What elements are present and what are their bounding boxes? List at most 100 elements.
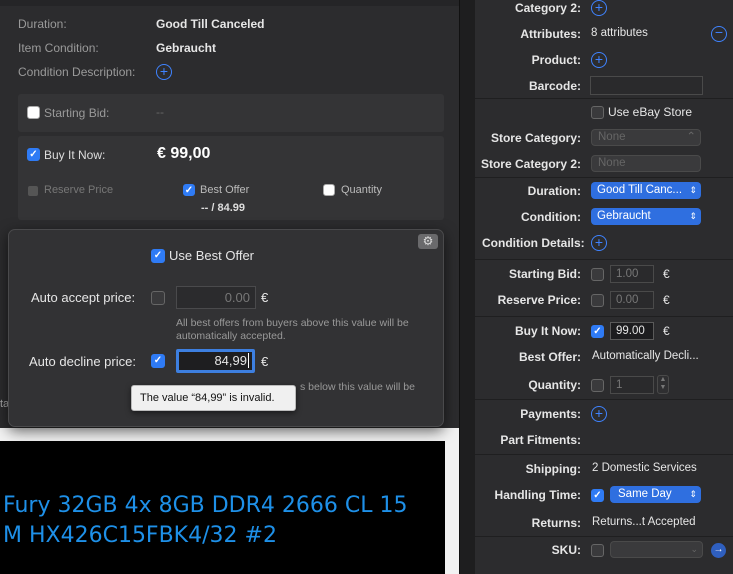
returns-value[interactable]: Returns...t Accepted	[592, 516, 696, 528]
add-payments-icon[interactable]: +	[591, 406, 607, 422]
store-category2-label: Store Category 2:	[480, 157, 581, 171]
gear-icon[interactable]: ⚙	[418, 234, 438, 249]
buy-it-now-input[interactable]: 99.00	[610, 322, 654, 340]
product-label: Product:	[531, 53, 581, 67]
chevron-updown-icon: ⇕	[689, 185, 697, 195]
quantity-label: Quantity	[341, 184, 382, 196]
item-condition-label: Item Condition:	[18, 41, 99, 55]
condition-popup-value: Gebraucht	[597, 210, 651, 222]
handling-time-label: Handling Time:	[494, 488, 581, 502]
category2-label: Category 2:	[514, 1, 581, 15]
best-offer-checkbox[interactable]: ✓	[183, 184, 195, 196]
separator	[475, 177, 733, 178]
starting-bid-input[interactable]: 1.00	[610, 265, 654, 283]
shipping-value[interactable]: 2 Domestic Services	[592, 462, 697, 474]
starting-bid-currency: €	[663, 267, 670, 281]
best-offer-value-right[interactable]: Automatically Decli...	[592, 350, 699, 362]
starting-bid-label: Starting Bid:	[44, 106, 110, 120]
add-product-icon[interactable]: +	[591, 52, 607, 68]
store-category2-popup[interactable]: None	[591, 155, 701, 172]
reserve-price-label-right: Reserve Price:	[497, 293, 581, 307]
sku-checkbox[interactable]	[591, 544, 604, 557]
duration-popup[interactable]: Good Till Canc... ⇕	[591, 182, 701, 199]
starting-bid-panel: Starting Bid: --	[18, 94, 444, 132]
buy-it-now-panel: ✓ Buy It Now: € 99,00 Reserve Price ✓ Be…	[18, 136, 444, 220]
add-condition-description-icon[interactable]: +	[156, 64, 172, 80]
chevron-down-icon: ⌄	[690, 544, 698, 554]
separator	[475, 259, 733, 260]
starting-bid-checkbox-right[interactable]	[591, 268, 604, 281]
buy-it-now-checkbox-right[interactable]: ✓	[591, 325, 604, 338]
duration-label-right: Duration:	[527, 184, 581, 198]
part-fitments-label: Part Fitments:	[500, 433, 581, 447]
barcode-label: Barcode:	[528, 79, 581, 93]
chevron-updown-icon: ⇕	[689, 211, 697, 221]
validation-tooltip: The value “84,99” is invalid.	[131, 385, 296, 411]
item-condition-value: Gebraucht	[156, 41, 217, 55]
condition-description-label: Condition Description:	[18, 65, 136, 79]
payments-label: Payments:	[520, 407, 581, 421]
starting-bid-value: --	[156, 105, 164, 119]
separator	[475, 454, 733, 455]
use-best-offer-label: Use Best Offer	[169, 248, 255, 263]
auto-accept-currency: €	[261, 290, 269, 305]
auto-decline-label: Auto decline price:	[29, 354, 136, 369]
buy-it-now-label-right: Buy It Now:	[515, 324, 581, 338]
starting-bid-checkbox[interactable]	[27, 106, 40, 119]
reserve-price-checkbox[interactable]	[28, 186, 38, 196]
auto-decline-currency: €	[261, 354, 269, 369]
reserve-price-label: Reserve Price	[44, 184, 114, 196]
buy-it-now-currency: €	[663, 324, 670, 338]
condition-details-label: Condition Details:	[482, 236, 585, 250]
add-category2-icon[interactable]: +	[591, 0, 607, 16]
reserve-price-checkbox-right[interactable]	[591, 294, 604, 307]
go-arrow-icon[interactable]: →	[711, 543, 726, 558]
auto-decline-input[interactable]: 84,99	[176, 349, 255, 373]
buy-it-now-checkbox[interactable]: ✓	[27, 148, 40, 161]
handling-time-checkbox[interactable]: ✓	[591, 489, 604, 502]
duration-label: Duration:	[18, 17, 67, 31]
store-category-popup[interactable]: None ⌃	[591, 129, 701, 146]
auto-accept-help: All best offers from buyers above this v…	[176, 317, 409, 342]
attributes-label: Attributes:	[520, 27, 581, 41]
starting-bid-label-right: Starting Bid:	[509, 267, 581, 281]
inspector-pane: Category 2: + Attributes: 8 attributes −…	[475, 0, 733, 574]
auto-accept-checkbox[interactable]	[151, 291, 165, 305]
quantity-input[interactable]: 1	[610, 376, 654, 394]
returns-label: Returns:	[531, 516, 581, 530]
separator	[475, 316, 733, 317]
quantity-stepper[interactable]: ▲ ▼	[657, 375, 669, 394]
auto-decline-value: 84,99	[214, 353, 247, 368]
duration-popup-value: Good Till Canc...	[597, 184, 683, 196]
chevron-updown-icon: ⇕	[689, 489, 697, 499]
use-ebay-store-checkbox[interactable]	[591, 106, 604, 119]
auto-decline-help: s below this value will be	[300, 381, 415, 393]
condition-label-right: Condition:	[521, 210, 581, 224]
store-category2-value: None	[598, 157, 626, 169]
quantity-checkbox[interactable]	[323, 184, 335, 196]
best-offer-label: Best Offer	[200, 184, 250, 196]
auto-accept-input[interactable]: 0.00	[176, 286, 256, 309]
condition-popup[interactable]: Gebraucht ⇕	[591, 208, 701, 225]
best-offer-label-right: Best Offer:	[518, 350, 581, 364]
attributes-value: 8 attributes	[591, 27, 648, 39]
quantity-checkbox-right[interactable]	[591, 379, 604, 392]
reserve-price-input[interactable]: 0.00	[610, 291, 654, 309]
use-best-offer-checkbox[interactable]: ✓	[151, 249, 165, 263]
reserve-price-currency: €	[663, 293, 670, 307]
store-category-value: None	[598, 131, 626, 143]
sku-combo[interactable]: ⌄	[610, 541, 703, 558]
shipping-label: Shipping:	[525, 462, 581, 476]
description-area: Fury 32GB 4x 8GB DDR4 2666 CL 15 M HX426…	[0, 428, 459, 574]
barcode-input[interactable]	[590, 76, 703, 95]
handling-time-value: Same Day	[618, 488, 672, 500]
top-strip	[0, 0, 459, 6]
split-divider[interactable]	[459, 0, 475, 574]
remove-attributes-icon[interactable]: −	[711, 25, 727, 42]
add-condition-details-icon[interactable]: +	[591, 235, 607, 251]
buy-it-now-value: € 99,00	[157, 145, 211, 162]
sku-label: SKU:	[551, 543, 581, 557]
quantity-label-right: Quantity:	[528, 378, 581, 392]
handling-time-popup[interactable]: Same Day ⇕	[610, 486, 701, 503]
auto-decline-checkbox[interactable]: ✓	[151, 354, 165, 368]
